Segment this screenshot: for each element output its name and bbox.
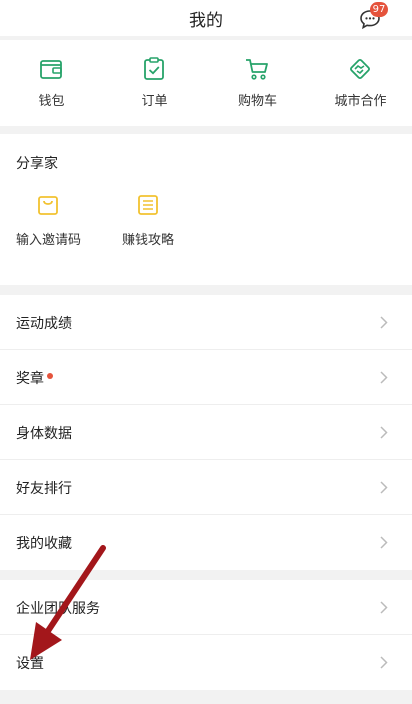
- menu-group-2: 企业团队服务 设置: [0, 580, 412, 690]
- orders-label: 订单: [141, 94, 168, 109]
- menu-item-settings[interactable]: 设置: [0, 635, 412, 690]
- list-icon: [138, 195, 158, 215]
- order-icon: [144, 57, 164, 80]
- wallet-button[interactable]: 钱包: [0, 40, 103, 126]
- menu-item-label: 我的收藏: [16, 536, 72, 552]
- wallet-label: 钱包: [38, 94, 65, 109]
- city-partnership-label: 城市合作: [334, 94, 387, 109]
- new-indicator-dot: [47, 373, 53, 379]
- share-section: 分享家 输入邀请码 赚钱攻略: [0, 134, 412, 285]
- handshake-icon: [350, 59, 370, 79]
- chevron-right-icon: [380, 426, 388, 439]
- cart-button[interactable]: 购物车: [206, 40, 309, 126]
- menu-item-friend-ranking[interactable]: 好友排行: [0, 460, 412, 515]
- wallet-icon: [40, 60, 62, 79]
- chevron-right-icon: [380, 316, 388, 329]
- bag-icon: [38, 196, 58, 215]
- quick-actions-panel: 钱包 订单 购物车 城市合作: [0, 40, 412, 126]
- share-section-title: 分享家: [16, 156, 58, 172]
- menu-item-label: 企业团队服务: [16, 601, 100, 617]
- orders-button[interactable]: 订单: [103, 40, 206, 126]
- menu-item-label: 身体数据: [16, 426, 72, 442]
- menu-group-1: 运动成绩 奖章 身体数据 好友排行 我的收藏: [0, 295, 412, 570]
- menu-item-medals[interactable]: 奖章: [0, 350, 412, 405]
- menu-item-label: 设置: [16, 656, 44, 672]
- chevron-right-icon: [380, 481, 388, 494]
- top-bar: 我的 97: [0, 0, 412, 36]
- chevron-right-icon: [380, 536, 388, 549]
- menu-item-exercise-results[interactable]: 运动成绩: [0, 295, 412, 350]
- menu-item-label: 奖章: [16, 368, 53, 388]
- message-button[interactable]: 97: [358, 2, 388, 32]
- earning-guide-button[interactable]: 赚钱攻略: [122, 194, 202, 250]
- menu-item-enterprise-team-service[interactable]: 企业团队服务: [0, 580, 412, 635]
- chevron-right-icon: [380, 371, 388, 384]
- menu-item-body-data[interactable]: 身体数据: [0, 405, 412, 460]
- enter-invite-code-button[interactable]: 输入邀请码: [16, 194, 96, 250]
- earning-guide-label: 赚钱攻略: [122, 233, 175, 248]
- chevron-right-icon: [380, 656, 388, 669]
- chevron-right-icon: [380, 601, 388, 614]
- enter-invite-code-label: 输入邀请码: [16, 233, 82, 248]
- message-count-badge: 97: [370, 2, 388, 17]
- page-title: 我的: [189, 11, 223, 31]
- menu-item-label: 好友排行: [16, 481, 72, 497]
- cart-label: 购物车: [237, 94, 277, 109]
- cart-icon: [246, 59, 268, 80]
- city-partnership-button[interactable]: 城市合作: [309, 40, 412, 126]
- menu-item-favorites[interactable]: 我的收藏: [0, 515, 412, 570]
- menu-item-label: 运动成绩: [16, 316, 72, 332]
- medals-label: 奖章: [16, 371, 44, 387]
